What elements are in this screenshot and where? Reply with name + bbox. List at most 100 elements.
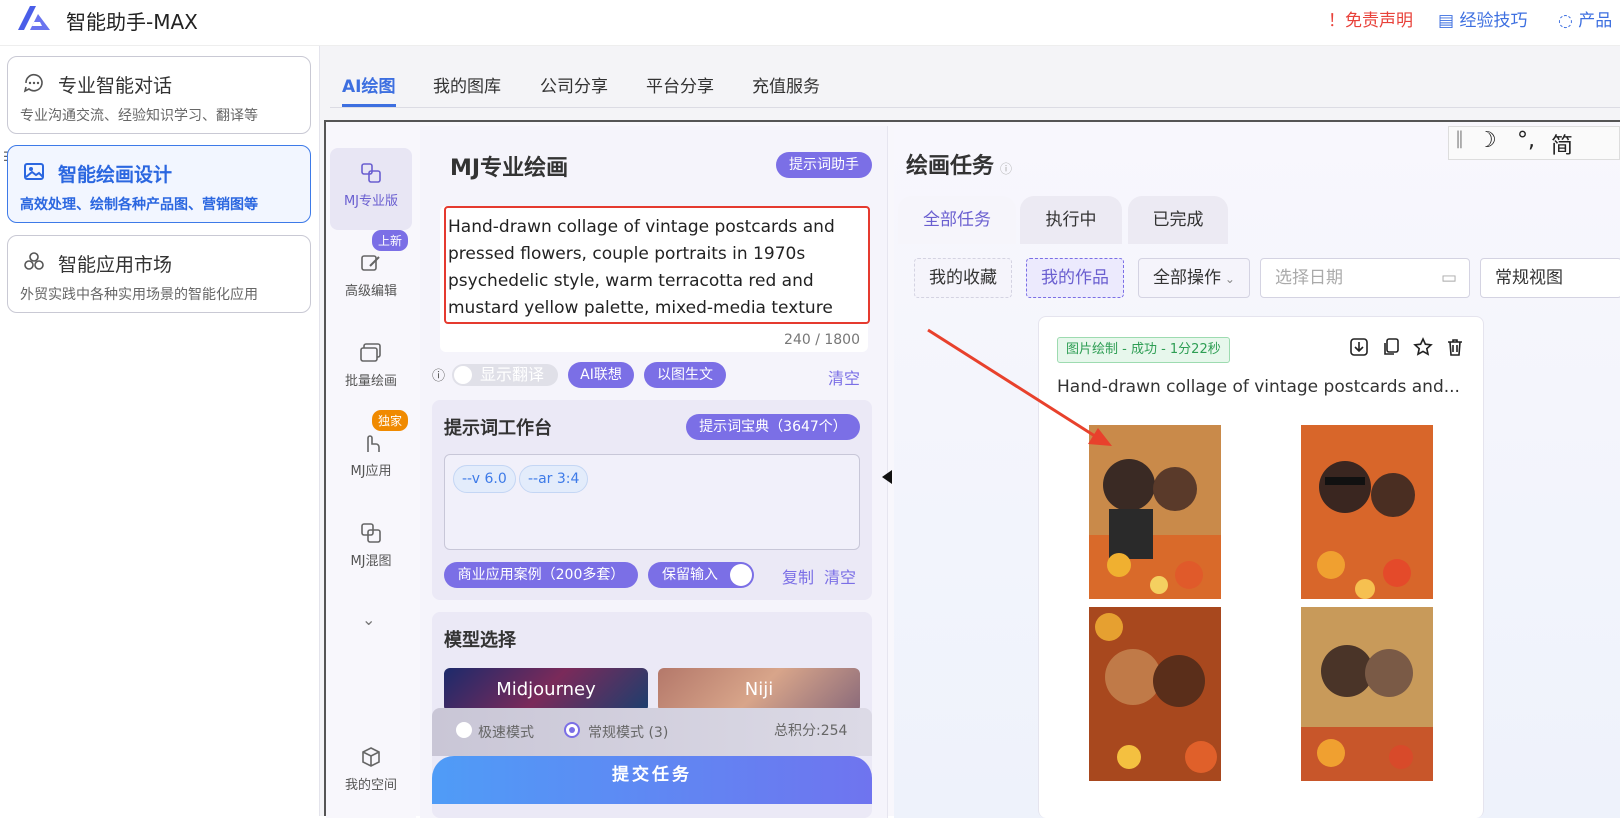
tab-recharge[interactable]: 充值服务 [752, 72, 820, 97]
clear-workbench-link[interactable]: 清空 [824, 564, 856, 588]
normal-mode-radio[interactable] [564, 722, 580, 738]
trash-icon[interactable] [1445, 337, 1465, 357]
sidebar-item-title: 智能应用市场 [58, 254, 173, 276]
ai-association-button[interactable]: AI联想 [568, 362, 634, 388]
date-picker[interactable]: 选择日期 ▭ [1260, 258, 1470, 298]
favorites-filter[interactable]: 我的收藏 [914, 258, 1012, 298]
subtab-running[interactable]: 执行中 [1020, 196, 1122, 244]
hand-pointer-icon [367, 435, 380, 452]
param-chip[interactable]: --ar 3:4 [519, 465, 589, 493]
model-title: 模型选择 [444, 630, 516, 651]
copy-icon[interactable] [1381, 337, 1401, 357]
task-description: Hand-drawn collage of vintage postcards … [1057, 377, 1460, 397]
result-image-4[interactable] [1301, 607, 1433, 781]
content-frame: MJ专业版 上新 高级编辑 批量绘画 独家 MJ应用 MJ混图 ⌄ 我的空间 M… [324, 120, 1620, 818]
chat-icon: ◌ [1558, 11, 1573, 31]
language-toggle[interactable]: 简 [1551, 128, 1573, 160]
chat-bubble-icon [23, 73, 43, 93]
tab-company-share[interactable]: 公司分享 [540, 72, 608, 97]
my-works-filter[interactable]: 我的作品 [1026, 258, 1124, 298]
copy-link[interactable]: 复制 [782, 564, 814, 588]
top-bar: 智能助手-MAX ！免责声明 ▤ 经验技巧 ◌ 产品 [0, 0, 1620, 46]
param-chip[interactable]: --v 6.0 [453, 465, 516, 493]
prompt-helper-button[interactable]: 提示词助手 [776, 152, 872, 178]
logo-icon [18, 6, 50, 30]
mode-bar: 极速模式 常规模式 (3) 总积分:254 [432, 708, 872, 756]
tab-ai-drawing[interactable]: AI绘图 [342, 72, 395, 97]
collapse-panel-icon[interactable] [882, 470, 892, 484]
translate-label: 显示翻译 [480, 365, 545, 384]
view-dropdown[interactable]: 常规视图 [1480, 258, 1620, 298]
ime-separator: ‖ [1455, 128, 1464, 149]
app-title: 智能助手-MAX [66, 10, 198, 34]
image-icon [24, 163, 44, 180]
ime-toolbar: ‖ ☽ °, 简 [1448, 126, 1620, 160]
rail-item-mj-apps[interactable]: 独家 MJ应用 [330, 410, 412, 500]
clear-prompt-link[interactable]: 清空 [828, 365, 860, 389]
chevron-down-icon[interactable]: ⌄ [362, 610, 375, 629]
couple-collage-image [1301, 425, 1433, 599]
submit-task-button[interactable]: 提交任务 [432, 756, 872, 804]
rail-item-my-space[interactable]: 我的空间 [330, 732, 412, 814]
result-image-2[interactable] [1301, 425, 1433, 599]
sidebar-item-chat[interactable]: 专业智能对话 专业沟通交流、经验知识学习、翻译等 [7, 56, 311, 134]
prompt-box: Hand-drawn collage of vintage postcards … [440, 206, 870, 352]
mj-pro-icon [361, 163, 381, 183]
tab-divider [330, 107, 1620, 108]
product-link[interactable]: ◌ 产品 [1558, 6, 1612, 31]
all-ops-label: 全部操作 [1153, 268, 1221, 288]
info-icon: ⓘ [1000, 162, 1013, 176]
translate-toggle[interactable]: 显示翻译 [452, 364, 558, 386]
tips-link[interactable]: ▤ 经验技巧 [1438, 6, 1527, 31]
chevron-down-icon: ⌄ [1221, 272, 1235, 286]
new-badge: 上新 [371, 230, 408, 251]
tab-platform-share[interactable]: 平台分享 [646, 72, 714, 97]
sidebar-item-desc: 专业沟通交流、经验知识学习、翻译等 [20, 108, 258, 124]
rail-item-advanced-edit[interactable]: 上新 高级编辑 [330, 230, 412, 320]
info-icon: ⓘ [432, 369, 446, 384]
task-title-text: 绘画任务 [906, 154, 995, 179]
keep-input-toggle[interactable]: 保留输入 [648, 562, 754, 588]
prompt-textarea[interactable]: Hand-drawn collage of vintage postcards … [444, 206, 870, 324]
sidebar: 专业智能对话 专业沟通交流、经验知识学习、翻译等 ☰ 智能绘画设计 高效处理、绘… [0, 46, 320, 816]
sidebar-item-title: 专业智能对话 [58, 75, 173, 97]
task-card: 图片绘制 - 成功 - 1分22秒 Hand-drawn collage of … [1038, 316, 1484, 818]
moon-icon[interactable]: ☽ [1477, 128, 1497, 153]
download-icon[interactable] [1349, 337, 1369, 357]
couple-collage-image [1089, 607, 1221, 781]
model-midjourney[interactable]: Midjourney [444, 668, 648, 712]
all-ops-dropdown[interactable]: 全部操作 ⌄ [1138, 258, 1250, 298]
model-niji[interactable]: Niji [658, 668, 860, 712]
rail-item-label: 批量绘画 [344, 374, 397, 389]
sidebar-item-drawing[interactable]: 智能绘画设计 高效处理、绘制各种产品图、营销图等 [7, 145, 311, 223]
prompt-options: ⓘ 显示翻译 AI联想 以图生文 清空 [432, 362, 872, 392]
rail-item-mj-blend[interactable]: MJ混图 [330, 508, 412, 590]
star-icon[interactable] [1413, 337, 1433, 357]
exclusive-badge: 独家 [371, 410, 408, 431]
tool-rail: MJ专业版 上新 高级编辑 批量绘画 独家 MJ应用 MJ混图 ⌄ 我的空间 [326, 122, 416, 818]
result-image-3[interactable] [1089, 607, 1221, 781]
sidebar-item-apps[interactable]: 智能应用市场 外贸实践中各种实用场景的智能化应用 [7, 235, 311, 313]
task-panel: 绘画任务 ⓘ 全部任务 执行中 已完成 我的收藏 我的作品 全部操作 ⌄ 选择日期… [894, 126, 1620, 818]
prompt-dictionary-button[interactable]: 提示词宝典（3647个） [686, 414, 860, 440]
tab-my-gallery[interactable]: 我的图库 [433, 72, 501, 97]
disclaimer-link[interactable]: ！免责声明 [1328, 6, 1413, 31]
subtab-all-tasks[interactable]: 全部任务 [898, 196, 1016, 244]
model-selection: 模型选择 Midjourney Niji 极速模式 常规模式 (3) 总积分:2… [432, 612, 872, 818]
sidebar-item-desc: 高效处理、绘制各种产品图、营销图等 [20, 197, 258, 213]
param-area[interactable]: --v 6.0 --ar 3:4 [444, 454, 860, 550]
edit-icon [361, 255, 380, 271]
subtab-completed[interactable]: 已完成 [1128, 196, 1228, 244]
product-label: 产品 [1578, 11, 1613, 31]
rail-item-mj-pro[interactable]: MJ专业版 [330, 148, 412, 230]
punctuation-toggle[interactable]: °, [1517, 128, 1535, 153]
sidebar-item-title: 智能绘画设计 [58, 164, 173, 186]
rail-item-label: MJ应用 [350, 464, 392, 479]
fast-mode-radio[interactable] [456, 722, 472, 738]
prompt-workbench: 提示词工作台 提示词宝典（3647个） --v 6.0 --ar 3:4 商业应… [432, 400, 872, 600]
result-image-1[interactable] [1089, 425, 1221, 599]
couple-collage-image [1301, 607, 1433, 781]
image-to-text-button[interactable]: 以图生文 [644, 362, 726, 388]
business-cases-button[interactable]: 商业应用案例（200多套） [444, 562, 638, 588]
rail-item-batch[interactable]: 批量绘画 [330, 328, 412, 410]
